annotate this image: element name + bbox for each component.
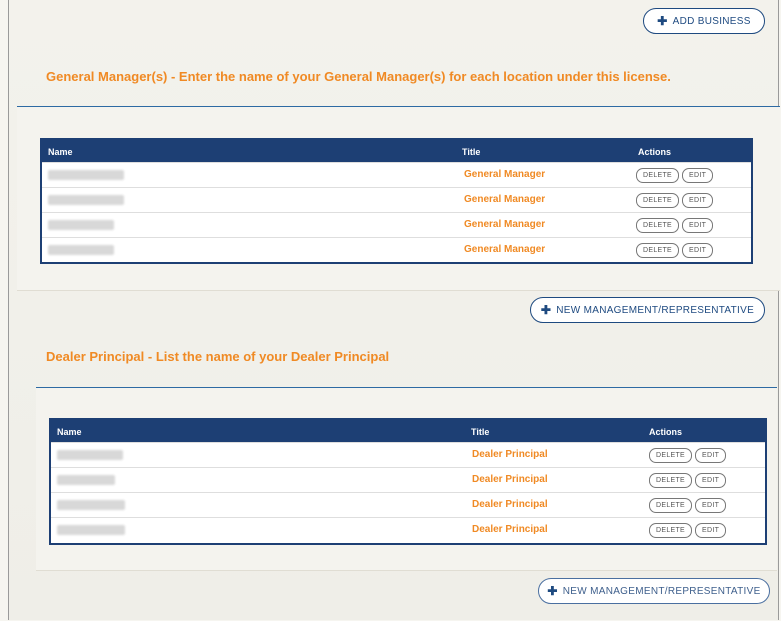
table-row: General Manager DELETE EDIT	[42, 162, 751, 187]
title-cell: General Manager	[464, 169, 546, 180]
dp-table-header: Name Title Actions	[51, 420, 765, 442]
name-cell-redacted	[48, 245, 114, 255]
edit-button[interactable]: EDIT	[695, 473, 727, 488]
table-row: Dealer Principal DELETE EDIT	[51, 442, 765, 467]
table-row: General Manager DELETE EDIT	[42, 212, 751, 237]
delete-button[interactable]: DELETE	[649, 473, 693, 488]
delete-button[interactable]: DELETE	[649, 498, 693, 513]
new-management-button-2[interactable]: ✚ NEW MANAGEMENT/REPRESENTATIVE	[538, 578, 770, 604]
dp-col-actions: Actions	[649, 427, 683, 437]
delete-button[interactable]: DELETE	[649, 523, 693, 538]
delete-button[interactable]: DELETE	[636, 193, 680, 208]
actions-cell: DELETE EDIT	[636, 243, 714, 258]
gm-col-title: Title	[462, 147, 481, 157]
edit-button[interactable]: EDIT	[682, 243, 714, 258]
plus-icon: ✚	[540, 303, 552, 317]
gm-col-actions: Actions	[638, 147, 672, 157]
name-cell-redacted	[48, 170, 124, 180]
edit-button[interactable]: EDIT	[695, 523, 727, 538]
table-row: General Manager DELETE EDIT	[42, 237, 751, 262]
gm-panel: Name Title Actions General Manager DELETE…	[17, 106, 780, 291]
delete-button[interactable]: DELETE	[636, 218, 680, 233]
title-cell: Dealer Principal	[472, 474, 548, 485]
actions-cell: DELETE EDIT	[636, 218, 714, 233]
actions-cell: DELETE EDIT	[649, 498, 727, 513]
delete-button[interactable]: DELETE	[636, 243, 680, 258]
edit-button[interactable]: EDIT	[682, 193, 714, 208]
actions-cell: DELETE EDIT	[636, 193, 714, 208]
name-cell-redacted	[48, 220, 114, 230]
title-cell: Dealer Principal	[472, 449, 548, 460]
plus-icon: ✚	[657, 14, 668, 28]
plus-icon: ✚	[547, 584, 558, 598]
dp-section-title: Dealer Principal - List the name of your…	[46, 349, 390, 364]
table-row: General Manager DELETE EDIT	[42, 187, 751, 212]
dp-col-title: Title	[471, 427, 490, 437]
title-cell: Dealer Principal	[472, 499, 548, 510]
table-row: Dealer Principal DELETE EDIT	[51, 517, 765, 542]
title-cell: General Manager	[464, 194, 546, 205]
edit-button[interactable]: EDIT	[682, 168, 714, 183]
table-row: Dealer Principal DELETE EDIT	[51, 492, 765, 517]
new-management-label-2: NEW MANAGEMENT/REPRESENTATIVE	[562, 585, 761, 597]
dp-table: Name Title Actions Dealer Principal DELET…	[49, 418, 767, 545]
name-cell-redacted	[57, 525, 125, 535]
actions-cell: DELETE EDIT	[649, 473, 727, 488]
edit-button[interactable]: EDIT	[695, 448, 727, 463]
gm-table: Name Title Actions General Manager DELETE…	[40, 138, 753, 264]
edit-button[interactable]: EDIT	[695, 498, 727, 513]
actions-cell: DELETE EDIT	[649, 448, 727, 463]
title-cell: General Manager	[464, 219, 546, 230]
gm-col-name: Name	[48, 147, 73, 157]
name-cell-redacted	[57, 500, 125, 510]
actions-cell: DELETE EDIT	[636, 168, 714, 183]
actions-cell: DELETE EDIT	[649, 523, 727, 538]
edit-button[interactable]: EDIT	[682, 218, 714, 233]
title-cell: Dealer Principal	[472, 524, 548, 535]
dp-col-name: Name	[57, 427, 82, 437]
gm-section-title: General Manager(s) - Enter the name of y…	[46, 69, 671, 84]
new-management-label-1: NEW MANAGEMENT/REPRESENTATIVE	[556, 304, 755, 316]
new-management-button-1[interactable]: ✚ NEW MANAGEMENT/REPRESENTATIVE	[530, 297, 765, 323]
name-cell-redacted	[57, 475, 115, 485]
table-row: Dealer Principal DELETE EDIT	[51, 467, 765, 492]
delete-button[interactable]: DELETE	[636, 168, 680, 183]
page-frame: ✚ ADD BUSINESS General Manager(s) - Ente…	[8, 0, 780, 620]
title-cell: General Manager	[464, 244, 546, 255]
dp-panel: Name Title Actions Dealer Principal DELET…	[36, 387, 777, 571]
add-business-label: ADD BUSINESS	[672, 15, 751, 27]
gm-table-header: Name Title Actions	[42, 140, 751, 162]
delete-button[interactable]: DELETE	[649, 448, 693, 463]
add-business-button[interactable]: ✚ ADD BUSINESS	[643, 8, 765, 34]
name-cell-redacted	[48, 195, 124, 205]
name-cell-redacted	[57, 450, 123, 460]
